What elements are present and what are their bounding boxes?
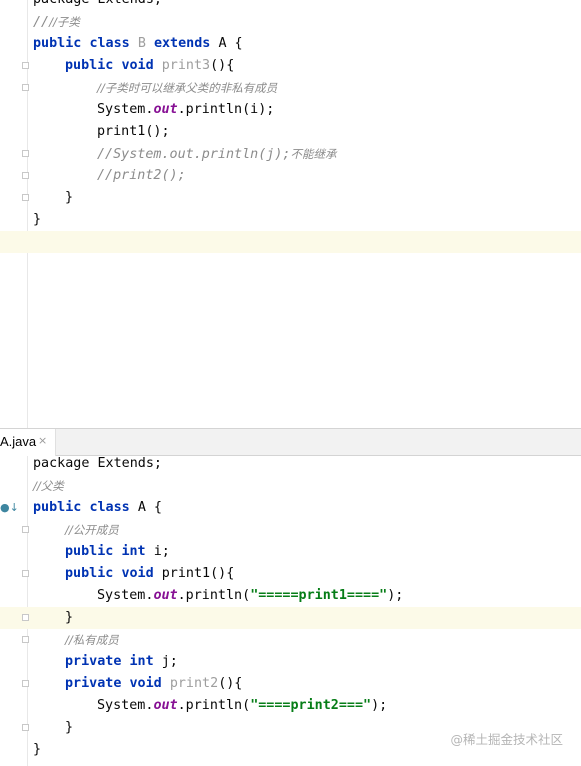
code-line[interactable]: print1(); [0,121,581,143]
package-statement: package Extends; [33,0,162,11]
editor-pane-a[interactable]: package Extends; //父类 public class A { /… [0,456,581,766]
comment: //公开成员 [65,523,119,537]
comment: //print2(); [97,168,186,183]
code-line[interactable]: System.out.println(i); [0,99,581,121]
code-line[interactable]: ////子类 [0,11,581,33]
code-line[interactable]: //私有成员 [0,629,581,651]
field-declaration: public int i; [65,544,170,559]
comment: //System.out.println(j);不能继承 [97,147,337,162]
current-line[interactable] [0,231,581,253]
editor-pane-b[interactable]: package Extends; ////子类 public class B e… [0,0,581,428]
fold-marker-icon[interactable] [22,636,29,643]
code-line[interactable]: //公开成员 [0,519,581,541]
code-line[interactable]: } [0,209,581,231]
code-line[interactable]: } [0,187,581,209]
watermark: @稀土掘金技术社区 [450,732,563,747]
code-line[interactable]: public void print1(){ [0,563,581,585]
code-line[interactable]: public int i; [0,541,581,563]
code-line[interactable]: package Extends; [0,456,581,475]
closing-brace: } [65,190,74,205]
method-declaration: private void print2(){ [65,676,243,691]
package-statement: package Extends; [33,456,162,471]
statement: System.out.println(i); [97,102,275,117]
fold-marker-icon[interactable] [22,614,29,621]
closing-brace: } [65,720,74,735]
implemented-by-icon[interactable]: ●↓ [0,501,19,514]
closing-brace: } [33,212,42,227]
fold-marker-icon[interactable] [22,194,29,201]
fold-marker-icon[interactable] [22,724,29,731]
code-line[interactable]: //子类时可以继承父类的非私有成员 [0,77,581,99]
code-line[interactable]: public class B extends A { [0,33,581,55]
editor-tab-bar: A.java × [0,428,581,456]
code-line[interactable]: //System.out.println(j);不能继承 [0,143,581,165]
fold-marker-icon[interactable] [22,680,29,687]
tab-label: A.java [0,434,37,449]
code-line[interactable]: //print2(); [0,165,581,187]
code-line[interactable]: public void print3(){ [0,55,581,77]
fold-marker-icon[interactable] [22,570,29,577]
code-line[interactable]: //父类 [0,475,581,497]
code-line[interactable]: package Extends; [0,0,581,11]
statement: System.out.println("====print2==="); [97,698,388,713]
closing-brace: } [65,610,74,625]
comment-text: //子类 [49,15,80,29]
code-line[interactable]: System.out.println("=====print1===="); [0,585,581,607]
comment: //子类时可以继承父类的非私有成员 [97,81,278,95]
fold-marker-icon[interactable] [22,172,29,179]
code-line[interactable]: System.out.println("====print2==="); [0,695,581,717]
comment: //父类 [33,479,64,493]
statement: System.out.println("=====print1===="); [97,588,404,603]
class-declaration: public class B extends A { [33,36,243,51]
current-line[interactable]: } [0,607,581,629]
closing-brace: } [33,742,42,757]
code-line[interactable]: private void print2(){ [0,673,581,695]
fold-marker-icon[interactable] [22,526,29,533]
fold-marker-icon[interactable] [22,62,29,69]
code-line[interactable]: private int j; [0,651,581,673]
comment: //私有成员 [65,633,119,647]
method-declaration: public void print1(){ [65,566,235,581]
code-line[interactable]: public class A { [0,497,581,519]
field-declaration: private int j; [65,654,178,669]
close-icon[interactable]: × [38,434,47,447]
method-declaration: public void print3(){ [65,58,235,73]
fold-marker-icon[interactable] [22,84,29,91]
class-declaration: public class A { [33,500,162,515]
statement: print1(); [97,124,170,139]
fold-marker-icon[interactable] [22,150,29,157]
comment: ////子类 [33,15,80,30]
tab-a-java[interactable]: A.java × [0,429,56,456]
